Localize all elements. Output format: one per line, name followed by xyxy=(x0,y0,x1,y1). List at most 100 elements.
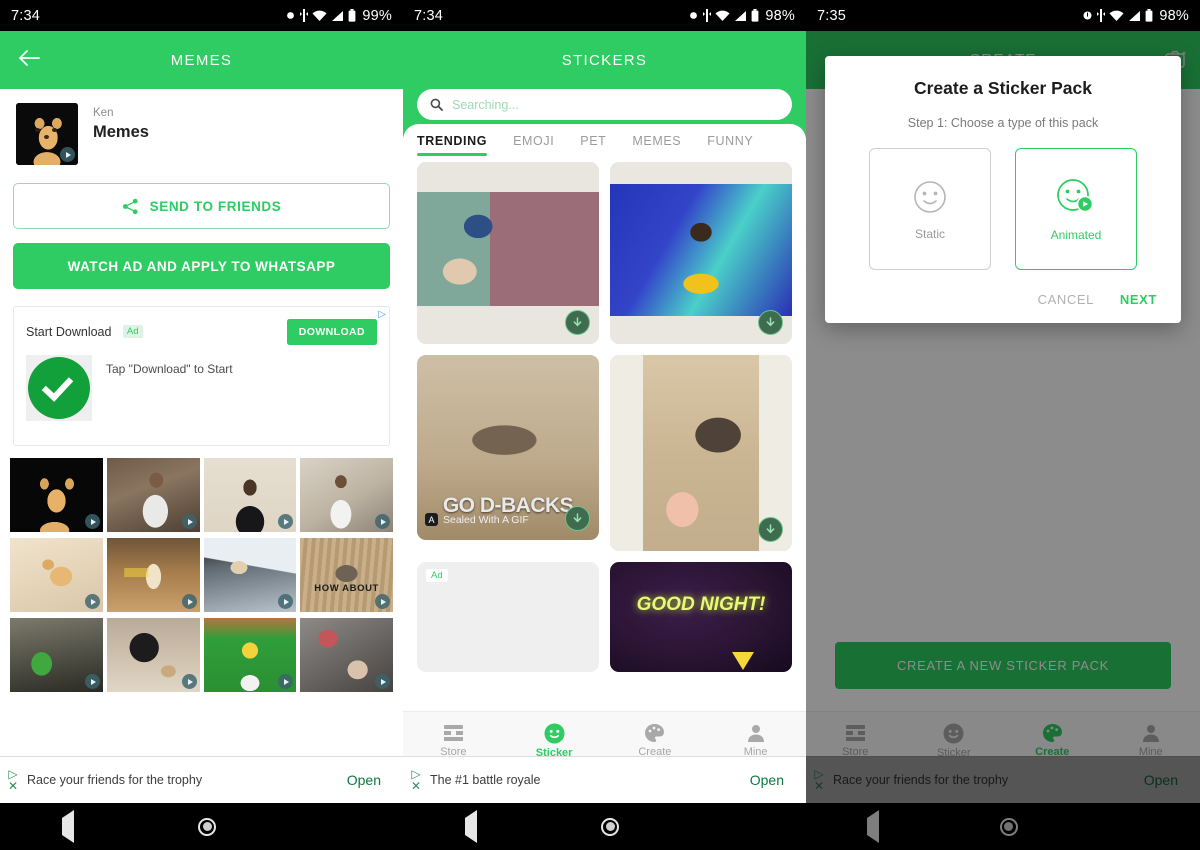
option-static-label: Static xyxy=(914,227,945,241)
nav-item-store[interactable]: Store xyxy=(806,723,905,758)
sticker-card-good-night[interactable]: GOOD NIGHT! xyxy=(610,562,792,672)
banner-open-button[interactable]: Open xyxy=(750,772,784,788)
meme-thumb-man-tank-top[interactable] xyxy=(106,458,200,532)
banner-text: Race your friends for the trophy xyxy=(27,773,203,787)
dialog-subtitle: Step 1: Choose a type of this pack xyxy=(907,116,1099,130)
nav-item-sticker[interactable]: Sticker xyxy=(905,723,1004,759)
adchoices-icon[interactable]: ▷ xyxy=(8,768,17,780)
meme-thumb-cat-laptop[interactable] xyxy=(203,538,297,612)
adchoices-icon[interactable]: ▷ xyxy=(378,309,386,320)
download-icon[interactable] xyxy=(565,310,590,335)
store-icon xyxy=(443,725,463,741)
arrow-left-icon[interactable] xyxy=(18,49,40,72)
meme-thumb-crowd-glasses[interactable] xyxy=(300,618,393,692)
meme-thumb-doge-black[interactable] xyxy=(10,458,103,532)
status-icons: 99% xyxy=(285,8,392,24)
back-icon[interactable] xyxy=(62,809,75,843)
meme-thumb-woman-black-shirt[interactable] xyxy=(203,458,297,532)
nav-item-sticker[interactable]: Sticker xyxy=(504,723,605,759)
status-icons: 98% xyxy=(688,8,795,24)
inline-ad-card[interactable]: ▷ Start Download Ad DOWNLOAD Tap "Downlo… xyxy=(13,306,390,446)
sticker-ad-slot[interactable]: Ad xyxy=(417,562,599,672)
watch-ad-label: WATCH AD AND APPLY TO WHATSAPP xyxy=(67,258,336,274)
adchoices-icon[interactable]: ▷ xyxy=(814,768,823,780)
meme-thumb-homer-bush[interactable] xyxy=(203,618,297,692)
nav-item-store[interactable]: Store xyxy=(403,723,504,758)
close-icon[interactable]: ✕ xyxy=(814,780,824,792)
watch-ad-apply-button[interactable]: WATCH AD AND APPLY TO WHATSAPP xyxy=(13,243,390,289)
bottom-ad-banner[interactable]: ▷ ✕ Race your friends for the trophy Ope… xyxy=(0,756,403,803)
home-icon[interactable] xyxy=(999,817,1018,836)
phone-screen-memes: 7:34 99% MEMES Ken Memes SEND TO FRIENDS… xyxy=(0,0,403,850)
create-screen-root: CREATE CREATE A NEW STICKER PACK Store xyxy=(806,31,1200,850)
create-new-sticker-pack-button[interactable]: CREATE A NEW STICKER PACK xyxy=(835,642,1171,689)
home-icon[interactable] xyxy=(198,817,217,836)
play-icon xyxy=(181,674,197,689)
ad-download-button[interactable]: DOWNLOAD xyxy=(286,319,377,345)
meme-thumb-sloth-how-about[interactable]: HOW ABOUT xyxy=(300,538,393,612)
banner-open-button[interactable]: Open xyxy=(1144,772,1178,788)
back-icon[interactable] xyxy=(866,809,879,843)
sticker-card-tricycle[interactable] xyxy=(610,162,792,344)
pack-thumbnail[interactable] xyxy=(16,103,78,165)
ad-badge: Ad xyxy=(426,569,448,582)
status-icons: 98% xyxy=(1082,8,1189,24)
ad-icon-box xyxy=(26,355,92,421)
sticker-card-dog-treat[interactable] xyxy=(610,355,792,551)
nav-item-create[interactable]: Create xyxy=(605,723,706,758)
bottom-ad-banner[interactable]: ▷ ✕ The #1 battle royale Open xyxy=(403,756,806,803)
nav-item-mine[interactable]: Mine xyxy=(1102,723,1200,758)
download-icon[interactable] xyxy=(758,517,783,542)
signal-icon xyxy=(1129,10,1141,21)
option-animated[interactable]: Animated xyxy=(1015,148,1137,270)
banner-open-button[interactable]: Open xyxy=(347,772,381,788)
signal-icon xyxy=(332,10,344,21)
home-icon[interactable] xyxy=(601,817,620,836)
wifi-icon xyxy=(312,10,327,21)
cancel-button[interactable]: CANCEL xyxy=(1038,292,1094,307)
close-icon[interactable]: ✕ xyxy=(411,780,421,792)
dot-icon xyxy=(690,12,698,19)
tab-memes[interactable]: MEMES xyxy=(632,134,681,158)
send-to-friends-button[interactable]: SEND TO FRIENDS xyxy=(13,183,390,229)
adchoices-icon[interactable]: ▷ xyxy=(411,768,420,780)
tab-pet[interactable]: PET xyxy=(580,134,606,158)
three-phone-screenshots: 7:34 99% MEMES Ken Memes SEND TO FRIENDS… xyxy=(0,0,1200,850)
ad-marks: ▷ ✕ xyxy=(808,768,830,792)
search-input[interactable]: Searching... xyxy=(417,89,792,120)
meme-thumb-doge-couch[interactable] xyxy=(10,538,103,612)
play-icon xyxy=(84,674,100,689)
close-icon[interactable]: ✕ xyxy=(8,780,18,792)
status-bar: 7:34 99% xyxy=(0,0,403,31)
palette-icon xyxy=(645,724,665,742)
nav-item-create[interactable]: Create xyxy=(1003,723,1102,758)
ad-marks: ▷ ✕ xyxy=(405,768,427,792)
option-static[interactable]: Static xyxy=(869,148,991,270)
tab-emoji[interactable]: EMOJI xyxy=(513,134,554,158)
back-icon[interactable] xyxy=(465,809,478,843)
search-icon xyxy=(430,98,443,111)
sticker-card-go-dbacks[interactable]: GO D-BACKS A Sealed With A GIF xyxy=(417,355,599,540)
download-icon[interactable] xyxy=(758,310,783,335)
page-title: MEMES xyxy=(170,51,233,69)
tab-funny[interactable]: FUNNY xyxy=(707,134,753,158)
meme-thumb-dog-tire[interactable] xyxy=(106,618,200,692)
meme-caption: HOW ABOUT xyxy=(314,583,379,594)
meme-thumb-kermit[interactable] xyxy=(10,618,103,692)
category-tabs: TRENDING EMOJI PET MEMES FUNNY xyxy=(403,124,806,158)
wifi-icon xyxy=(715,10,730,21)
ad-marks: ▷ ✕ xyxy=(2,768,24,792)
bottom-ad-banner[interactable]: ▷ ✕ Race your friends for the trophy Ope… xyxy=(806,756,1200,803)
meme-thumb-dog-boots-wow[interactable] xyxy=(106,538,200,612)
sticker-card-friday-couch[interactable] xyxy=(417,162,599,344)
signal-icon xyxy=(735,10,747,21)
nav-item-mine[interactable]: Mine xyxy=(705,723,806,758)
store-icon xyxy=(845,725,865,741)
download-icon[interactable] xyxy=(565,506,590,531)
meme-thumb-man-white-shirt[interactable] xyxy=(300,458,393,532)
sticker-watermark: A Sealed With A GIF xyxy=(425,513,529,526)
next-button[interactable]: NEXT xyxy=(1120,292,1157,307)
tab-sheet: TRENDING EMOJI PET MEMES FUNNY GO D-BACK… xyxy=(403,124,806,672)
ad-headline-wrap: Start Download Ad xyxy=(26,323,143,341)
tab-trending[interactable]: TRENDING xyxy=(417,134,488,158)
